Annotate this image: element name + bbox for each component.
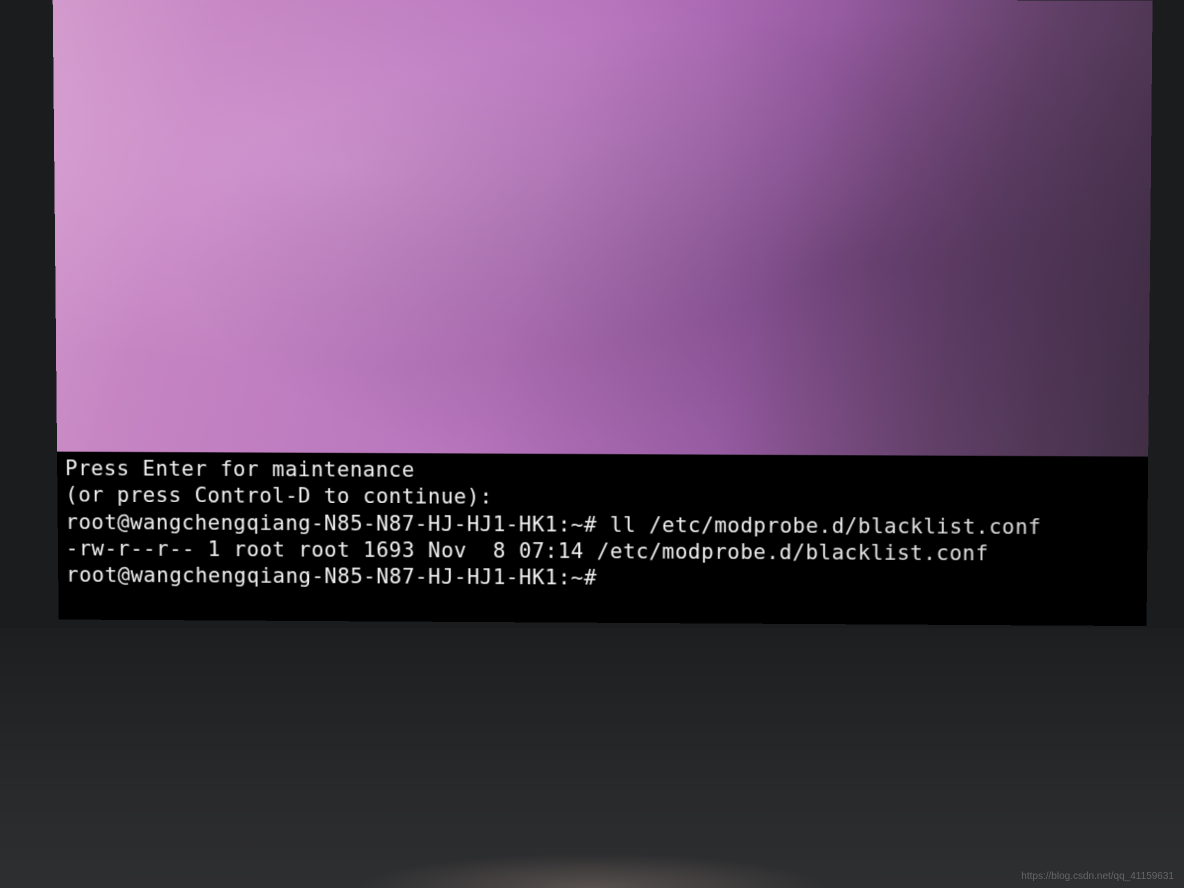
- terminal-current-prompt[interactable]: root@wangchengqiang-N85-N87-HJ-HJ1-HK1:~…: [66, 562, 1139, 595]
- shell-prompt: root@wangchengqiang-N85-N87-HJ-HJ1-HK1:~…: [65, 510, 609, 536]
- terminal[interactable]: Press Enter for maintenance (or press Co…: [57, 452, 1148, 599]
- splash-background: [53, 0, 1153, 459]
- watermark-text: https://blog.csdn.net/qq_41159631: [1021, 871, 1174, 882]
- ambient-light: [355, 853, 829, 888]
- monitor-base: [0, 628, 1184, 888]
- screen: Press Enter for maintenance (or press Co…: [53, 0, 1153, 626]
- command-text: ll /etc/modprobe.d/blacklist.conf: [610, 513, 1041, 539]
- monitor-bezel: Press Enter for maintenance (or press Co…: [0, 0, 1184, 888]
